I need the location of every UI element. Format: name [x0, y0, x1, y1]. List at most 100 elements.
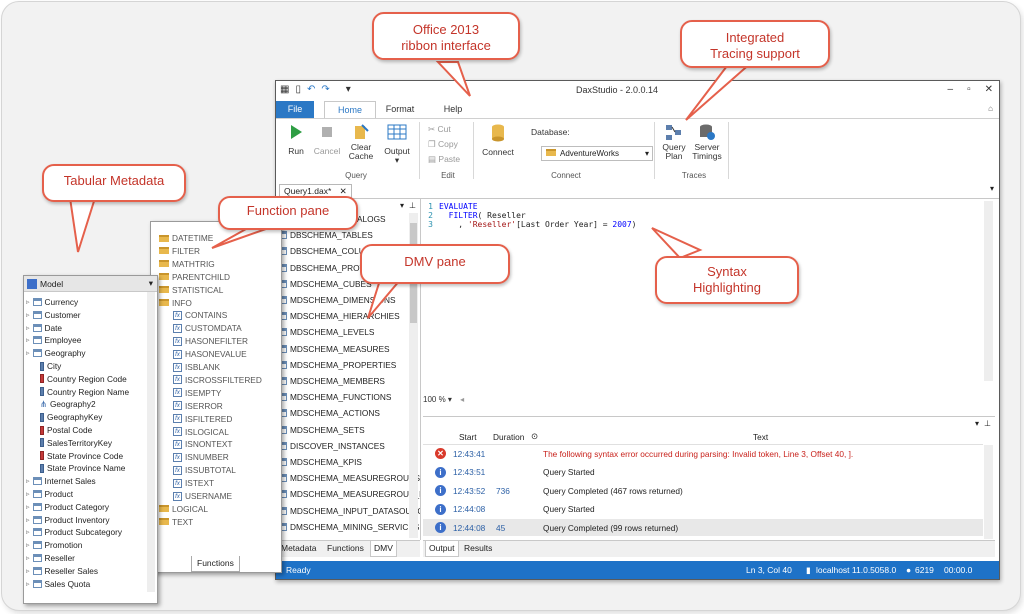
- expand-icon[interactable]: ▹: [26, 541, 30, 549]
- table-node[interactable]: ▹ Currency: [26, 297, 78, 307]
- table-node[interactable]: ▹ Product: [26, 489, 73, 499]
- expand-icon[interactable]: ▹: [26, 490, 30, 498]
- cancel-button[interactable]: Cancel: [312, 123, 342, 156]
- new-file-icon[interactable]: ▯: [295, 84, 301, 95]
- function-category[interactable]: DATETIME: [159, 233, 213, 243]
- list-item[interactable]: MDSCHEMA_FUNCTIONS: [278, 392, 391, 402]
- function-item[interactable]: fx ISEMPTY: [173, 388, 221, 398]
- list-item[interactable]: MDSCHEMA_KPIS: [278, 457, 362, 467]
- function-category[interactable]: PARENTCHILD: [159, 272, 230, 282]
- clear-cache-button[interactable]: Clear Cache: [346, 123, 376, 161]
- expand-icon[interactable]: ▹: [26, 349, 30, 357]
- tab-overflow-icon[interactable]: ▾: [990, 184, 994, 193]
- list-item[interactable]: DMSCHEMA_MINING_SERVICES: [278, 522, 419, 532]
- function-category[interactable]: MATHTRIG: [159, 259, 215, 269]
- expand-icon[interactable]: ▹: [26, 580, 30, 588]
- table-node[interactable]: ▹ Product Inventory: [26, 515, 110, 525]
- table-node[interactable]: ▹ Customer: [26, 310, 80, 320]
- table-node[interactable]: ▹ Reseller: [26, 553, 75, 563]
- expand-icon[interactable]: ▹: [26, 336, 30, 344]
- function-category[interactable]: FILTER: [159, 246, 200, 256]
- expand-icon[interactable]: ▹: [26, 503, 30, 511]
- list-item[interactable]: MDSCHEMA_LEVELS: [278, 327, 374, 337]
- table-row[interactable]: i 12:44:08 Query Started: [423, 501, 983, 518]
- scroll-left-icon[interactable]: ◂: [460, 395, 464, 404]
- tab-format[interactable]: Format: [380, 101, 420, 118]
- table-node[interactable]: ▹ Sales Quota: [26, 579, 90, 589]
- function-category[interactable]: LOGICAL: [159, 504, 208, 514]
- table-row[interactable]: i 12:44:08 45 Query Completed (99 rows retu…: [423, 519, 983, 537]
- list-item[interactable]: DBSCHEMA_TABLES: [278, 230, 373, 240]
- customize-qat-icon[interactable]: ▾: [346, 84, 351, 95]
- pin-icon[interactable]: ⊥: [409, 201, 416, 210]
- table-node[interactable]: ▹ Product Subcategory: [26, 527, 122, 537]
- function-item[interactable]: fx CONTAINS: [173, 310, 227, 320]
- table-node[interactable]: ▹ Reseller Sales: [26, 566, 98, 576]
- tab-results[interactable]: Results: [461, 541, 495, 556]
- expand-icon[interactable]: ▹: [26, 567, 30, 575]
- zoom-selector[interactable]: 100 % ▾ ◂: [423, 395, 464, 404]
- tab-functions[interactable]: Functions: [324, 541, 367, 556]
- function-item[interactable]: fx ISSUBTOTAL: [173, 465, 236, 475]
- copy-button[interactable]: ❐ Copy: [428, 139, 458, 150]
- table-node[interactable]: ▹ Product Category: [26, 502, 109, 512]
- list-item[interactable]: MDSCHEMA_MEASUREGROUP_DIMENSIONS: [278, 489, 420, 499]
- undo-icon[interactable]: ↶: [307, 84, 315, 95]
- expand-icon[interactable]: ▹: [26, 554, 30, 562]
- table-row[interactable]: i 12:43:51 Query Started: [423, 464, 983, 481]
- metadata-scrollbar[interactable]: [147, 292, 155, 592]
- column-node[interactable]: State Province Code: [40, 451, 123, 461]
- list-item[interactable]: MDSCHEMA_CUBES: [278, 279, 372, 289]
- column-node[interactable]: ⋔ Geography2: [40, 399, 96, 409]
- function-item[interactable]: fx ISLOGICAL: [173, 427, 229, 437]
- expand-icon[interactable]: ▹: [26, 311, 30, 319]
- list-item[interactable]: MDSCHEMA_PROPERTIES: [278, 360, 396, 370]
- tab-output[interactable]: Output: [425, 541, 459, 557]
- database-select[interactable]: AdventureWorks ▾: [541, 146, 653, 161]
- list-item[interactable]: DISCOVER_INSTANCES: [278, 441, 385, 451]
- function-category[interactable]: INFO: [159, 298, 192, 308]
- function-item[interactable]: fx HASONEFILTER: [173, 336, 248, 346]
- list-item[interactable]: MDSCHEMA_MEASUREGROUPS: [278, 473, 420, 483]
- query-editor[interactable]: 1 EVALUATE 2 FILTER( Reseller 3 , 'Reseller…: [423, 199, 995, 409]
- table-node[interactable]: ▹ Internet Sales: [26, 476, 96, 486]
- table-node[interactable]: ▹ Employee: [26, 335, 81, 345]
- function-item[interactable]: fx ISERROR: [173, 401, 223, 411]
- table-node[interactable]: ▹ Geography: [26, 348, 86, 358]
- column-node[interactable]: Country Region Code: [40, 374, 127, 384]
- minimize-icon[interactable]: –: [948, 84, 954, 95]
- pane-menu-icon[interactable]: ▾: [400, 201, 404, 210]
- list-item[interactable]: MDSCHEMA_HIERARCHIES: [278, 311, 400, 321]
- function-item[interactable]: fx ISBLANK: [173, 362, 220, 372]
- function-item[interactable]: fx ISNUMBER: [173, 452, 229, 462]
- functions-tab[interactable]: Functions: [191, 556, 240, 572]
- tab-help[interactable]: Help: [436, 101, 470, 118]
- function-item[interactable]: fx ISCROSSFILTERED: [173, 375, 262, 385]
- function-item[interactable]: fx CUSTOMDATA: [173, 323, 242, 333]
- server-timings-button[interactable]: Server Timings: [690, 123, 724, 161]
- query-plan-button[interactable]: Query Plan: [660, 123, 688, 161]
- column-node[interactable]: State Province Name: [40, 463, 125, 473]
- tab-dmv[interactable]: DMV: [370, 541, 397, 557]
- cut-button[interactable]: ✂ Cut: [428, 124, 451, 135]
- list-item[interactable]: MDSCHEMA_DIMENSIONS: [278, 295, 396, 305]
- tab-file[interactable]: File: [276, 101, 314, 118]
- list-item[interactable]: MDSCHEMA_SETS: [278, 425, 365, 435]
- table-node[interactable]: ▹ Date: [26, 323, 62, 333]
- pane-menu-icon[interactable]: ▾: [975, 419, 979, 428]
- expand-icon[interactable]: ▹: [26, 324, 30, 332]
- column-node[interactable]: Postal Code: [40, 425, 92, 435]
- function-category[interactable]: STATISTICAL: [159, 285, 223, 295]
- list-item[interactable]: MDSCHEMA_INPUT_DATASOURCES: [278, 506, 420, 516]
- maximize-icon[interactable]: ▫: [967, 84, 971, 95]
- text-header[interactable]: Text: [753, 432, 768, 442]
- table-row[interactable]: ✕ 12:43:41 The following syntax error occu…: [423, 445, 983, 462]
- function-item[interactable]: fx USERNAME: [173, 491, 232, 501]
- column-node[interactable]: City: [40, 361, 61, 371]
- function-item[interactable]: fx ISNONTEXT: [173, 439, 232, 449]
- list-item[interactable]: MDSCHEMA_ACTIONS: [278, 408, 380, 418]
- column-node[interactable]: Country Region Name: [40, 387, 129, 397]
- table-node[interactable]: ▹ Promotion: [26, 540, 82, 550]
- connect-button[interactable]: Connect: [480, 123, 516, 157]
- output-button[interactable]: Output ▾: [382, 123, 412, 165]
